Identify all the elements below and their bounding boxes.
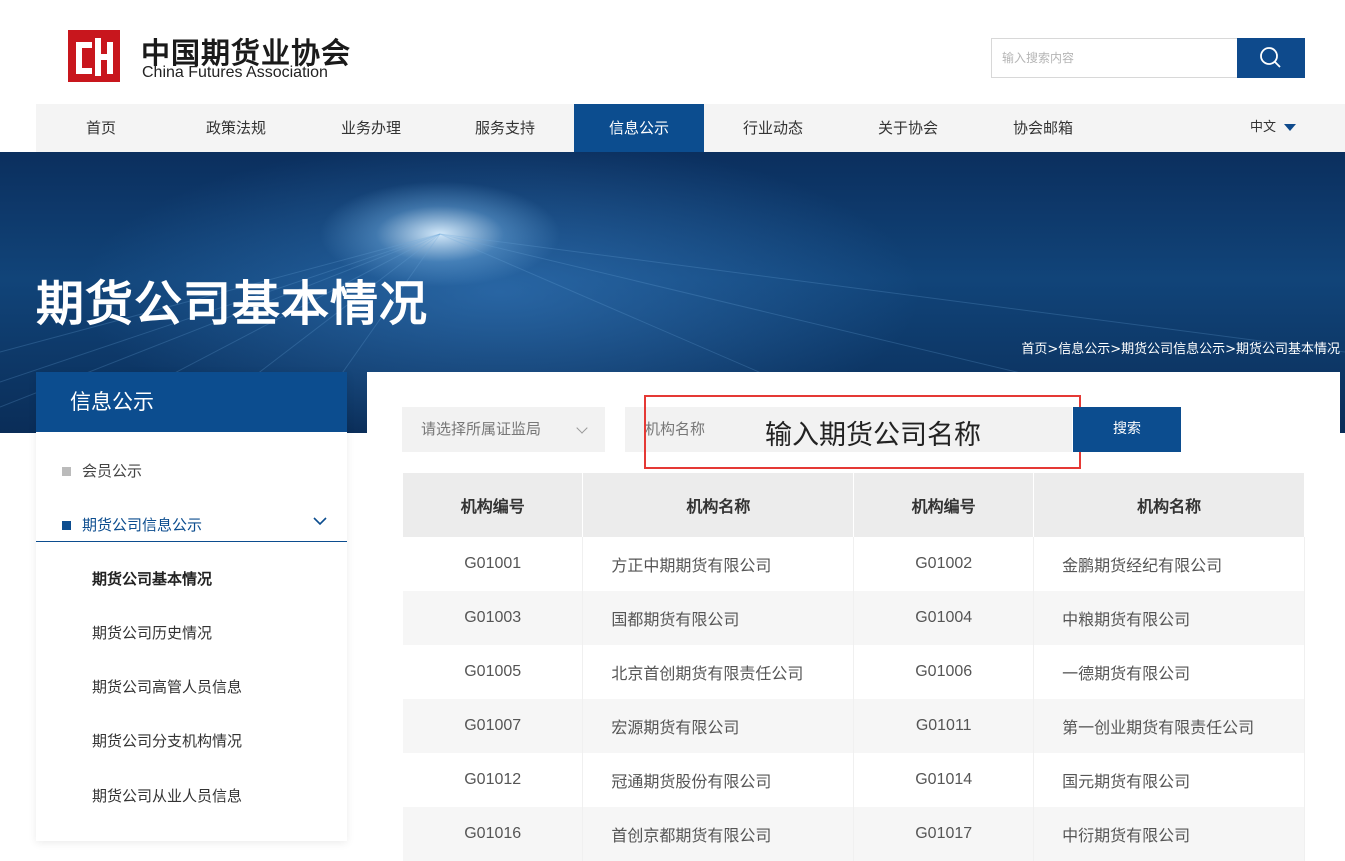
company-code: G01005 [403,645,584,699]
bullet-icon [62,521,71,530]
sidebar-item-label: 期货公司信息公示 [82,516,203,534]
company-name-link[interactable]: 北京首创期货有限责任公司 [582,645,855,699]
company-name-link[interactable]: 首创京都期货有限公司 [582,807,855,861]
table-header-row: 机构编号 机构名称 机构编号 机构名称 [403,473,1305,537]
company-name-link[interactable]: 国元期货有限公司 [1033,753,1305,807]
cfa-logo-icon[interactable] [68,30,120,82]
search-icon [1260,47,1281,68]
search-submit-button[interactable]: 搜索 [1073,407,1181,452]
brand-name-en: China Futures Association [142,64,328,81]
nav-mailbox[interactable]: 协会邮箱 [978,104,1108,152]
nav-industry-news[interactable]: 行业动态 [708,104,838,152]
regulator-select[interactable]: 请选择所属证监局 [402,407,605,452]
company-name-link[interactable]: 国都期货有限公司 [582,591,855,645]
company-name-link[interactable]: 冠通期货股份有限公司 [582,753,855,807]
company-code: G01004 [853,591,1035,645]
search-input[interactable] [992,39,1238,77]
futures-company-table: 机构编号 机构名称 机构编号 机构名称 G01001 方正中期期货有限公司 G0… [403,473,1305,861]
sidebar-subitem-branches[interactable]: 期货公司分支机构情况 [92,730,242,751]
company-code: G01002 [853,537,1035,591]
chevron-down-icon [313,517,327,526]
company-code: G01012 [403,753,584,807]
main-nav: 首页 政策法规 业务办理 服务支持 信息公示 行业动态 关于协会 协会邮箱 [36,104,1345,152]
nav-services[interactable]: 业务办理 [306,104,436,152]
table-row: G01016 首创京都期货有限公司 G01017 中衍期货有限公司 [403,807,1305,861]
search-button[interactable] [1237,38,1305,78]
annotation-highlight-box [644,395,1081,469]
company-name-link[interactable]: 第一创业期货有限责任公司 [1033,699,1305,753]
sidebar-subitem-executives[interactable]: 期货公司高管人员信息 [92,676,242,697]
sidebar-item-futures-company-disclosure[interactable]: 期货公司信息公示 [36,514,347,542]
sidebar-subitem-basic-info[interactable]: 期货公司基本情况 [92,568,212,589]
bullet-icon [62,467,71,476]
nav-about[interactable]: 关于协会 [843,104,973,152]
table-row: G01012 冠通期货股份有限公司 G01014 国元期货有限公司 [403,753,1305,807]
sidebar-title: 信息公示 [36,372,347,432]
company-code: G01014 [853,753,1035,807]
main-content: 请选择所属证监局 机构名称 输入期货公司名称 搜索 机构编号 机构名称 机构编号… [367,372,1340,861]
sidebar: 信息公示 会员公示 期货公司信息公示 期货公司基本情况 期货公司历史情况 期货公… [36,372,347,841]
company-name-link[interactable]: 中粮期货有限公司 [1033,591,1305,645]
language-label: 中文 [1250,120,1277,135]
sidebar-subitem-history[interactable]: 期货公司历史情况 [92,622,212,643]
breadcrumb[interactable]: 首页>信息公示>期货公司信息公示>期货公司基本情况 [1021,338,1340,357]
nav-support[interactable]: 服务支持 [440,104,570,152]
table-row: G01001 方正中期期货有限公司 G01002 金鹏期货经纪有限公司 [403,537,1305,591]
company-code: G01003 [403,591,584,645]
page-title: 期货公司基本情况 [36,276,429,332]
sidebar-subitem-staff[interactable]: 期货公司从业人员信息 [92,785,242,806]
sidebar-item-member-disclosure[interactable]: 会员公示 [36,460,347,482]
column-header-code: 机构编号 [403,473,584,537]
company-code: G01016 [403,807,584,861]
table-row: G01003 国都期货有限公司 G01004 中粮期货有限公司 [403,591,1305,645]
company-code: G01006 [853,645,1035,699]
company-code: G01007 [403,699,584,753]
company-code: G01017 [853,807,1035,861]
company-name-link[interactable]: 宏源期货有限公司 [582,699,855,753]
table-row: G01007 宏源期货有限公司 G01011 第一创业期货有限责任公司 [403,699,1305,753]
column-header-code: 机构编号 [853,473,1035,537]
company-name-link[interactable]: 方正中期期货有限公司 [582,537,855,591]
column-header-name: 机构名称 [582,473,855,537]
nav-policies[interactable]: 政策法规 [171,104,301,152]
site-search [991,38,1238,78]
regulator-select-value: 请选择所属证监局 [421,420,542,438]
company-code: G01011 [853,699,1035,753]
nav-home[interactable]: 首页 [36,104,166,152]
company-code: G01001 [403,537,584,591]
company-name-link[interactable]: 金鹏期货经纪有限公司 [1033,537,1305,591]
chevron-down-icon [576,422,588,434]
nav-info-disclosure[interactable]: 信息公示 [574,104,704,152]
company-name-link[interactable]: 一德期货有限公司 [1033,645,1305,699]
company-name-link[interactable]: 中衍期货有限公司 [1033,807,1305,861]
language-switcher[interactable]: 中文 [1250,104,1297,152]
sidebar-item-label: 会员公示 [82,462,143,480]
column-header-name: 机构名称 [1033,473,1305,537]
site-header: 中国期货业协会 China Futures Association [0,0,1345,104]
table-row: G01005 北京首创期货有限责任公司 G01006 一德期货有限公司 [403,645,1305,699]
caret-down-icon [1284,124,1297,131]
